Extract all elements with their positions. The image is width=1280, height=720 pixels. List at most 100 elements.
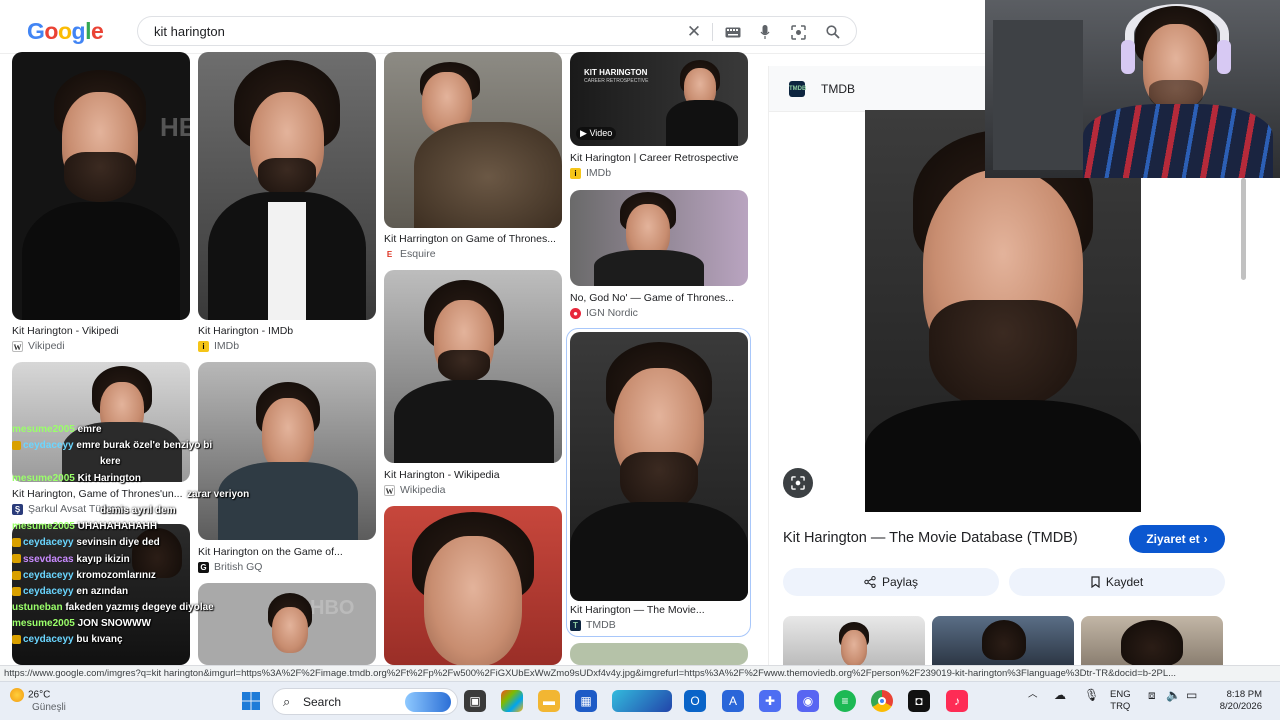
share-icon xyxy=(864,576,876,588)
clear-icon[interactable]: ✕ xyxy=(683,21,705,43)
image-result[interactable]: Kit Harrington on Game of Thrones... E Es… xyxy=(384,52,562,262)
ign-icon: ● xyxy=(570,307,581,319)
result-source[interactable]: ● IGN Nordic xyxy=(570,307,638,319)
app-banner-icon[interactable] xyxy=(612,690,672,712)
chat-message: ceydaceyy bu kıvanç xyxy=(12,634,242,650)
chat-message: mesume2005 UHAHAHAHAHH xyxy=(12,521,158,533)
status-url: https://www.google.com/imgres?q=kit hari… xyxy=(0,665,1280,681)
result-title[interactable]: Kit Harington — The Movie... xyxy=(570,604,748,616)
result-image[interactable] xyxy=(384,52,562,228)
volume-icon[interactable]: 🔈 xyxy=(1166,689,1181,701)
result-image[interactable]: HE xyxy=(12,52,190,320)
spotify-icon[interactable]: ≡ xyxy=(834,690,856,712)
stream-chat: mesume2005 emre ceydaceyy emre burak öze… xyxy=(12,424,250,651)
file-explorer-icon[interactable]: ▬ xyxy=(538,690,560,712)
panel-scrollbar[interactable] xyxy=(1240,178,1248,658)
result-image[interactable] xyxy=(198,52,376,320)
result-source[interactable]: E Esquire xyxy=(384,248,436,260)
outlook-icon[interactable]: O xyxy=(684,690,706,712)
start-icon[interactable] xyxy=(240,690,262,712)
visit-button[interactable]: Ziyaret et › xyxy=(1129,525,1225,553)
microphone-icon[interactable]: 🎙 xyxy=(1084,689,1099,701)
clock[interactable]: 8:18 PM 8/20/2026 xyxy=(1214,689,1262,713)
image-result[interactable]: HE Kit Harington - Vikipedi W Vikipedi xyxy=(12,52,190,352)
search-input[interactable]: kit harington ✕ xyxy=(137,16,857,46)
search-query[interactable]: kit harington xyxy=(154,24,225,39)
tiktok-icon[interactable]: ♪ xyxy=(946,690,968,712)
result-image[interactable] xyxy=(384,506,562,665)
result-image[interactable] xyxy=(570,190,748,286)
image-result[interactable]: Kit Harington - Wikipedia W Wikipedia xyxy=(384,270,562,496)
task-view-icon[interactable]: ▣ xyxy=(464,690,486,712)
weather-widget[interactable]: 26°C Güneşli xyxy=(10,688,66,713)
play-icon: ▶ xyxy=(580,128,587,138)
keyboard-icon[interactable] xyxy=(722,21,744,43)
image-result[interactable]: KIT HARINGTON CAREER RETROSPECTIVE ▶ Vid… xyxy=(570,52,748,182)
result-image[interactable] xyxy=(570,643,748,665)
wikipedia-icon: W xyxy=(12,340,23,352)
scrollbar-thumb[interactable] xyxy=(1241,178,1246,280)
network-app-icon[interactable]: ✚ xyxy=(759,690,781,712)
chevron-right-icon: › xyxy=(1203,532,1208,546)
result-source[interactable]: T TMDB xyxy=(570,619,616,631)
share-button[interactable]: Paylaş xyxy=(783,568,999,596)
video-overlay-subtitle: CAREER RETROSPECTIVE xyxy=(584,78,649,84)
result-image[interactable]: KIT HARINGTON CAREER RETROSPECTIVE ▶ Vid… xyxy=(570,52,748,146)
result-title[interactable]: No, God No' — Game of Thrones... xyxy=(570,292,748,304)
search-icon[interactable] xyxy=(822,21,844,43)
store-icon[interactable]: ▦ xyxy=(575,690,597,712)
wikipedia-icon: W xyxy=(384,484,395,496)
chat-message: kere xyxy=(100,456,121,468)
discord-icon[interactable]: ◉ xyxy=(797,690,819,712)
related-image[interactable] xyxy=(1081,616,1223,666)
chat-message: mesume2005 Kit Harington xyxy=(12,472,141,484)
panel-source[interactable]: TMDB xyxy=(821,82,855,96)
chat-message: mesume2005 JON SNOWWW xyxy=(12,618,151,630)
chrome-icon[interactable] xyxy=(871,690,893,712)
result-title[interactable]: Kit Harington - IMDb xyxy=(198,325,376,337)
lens-search-button[interactable] xyxy=(783,468,813,498)
microphone-icon[interactable] xyxy=(754,21,776,43)
result-title[interactable]: Kit Harington | Career Retrospective xyxy=(570,152,748,164)
image-result[interactable] xyxy=(384,506,562,665)
result-source[interactable]: W Vikipedi xyxy=(12,340,65,352)
related-image[interactable] xyxy=(932,616,1074,666)
app-icon[interactable]: ◘ xyxy=(908,690,930,712)
related-image[interactable] xyxy=(783,616,925,666)
copilot-icon[interactable] xyxy=(501,690,523,712)
language-indicator[interactable]: ENG TRQ xyxy=(1110,689,1131,713)
taskbar: 26°C Güneşli ⌕ Search ▣ ▬ ▦ O A ✚ ◉ ≡ ◘ … xyxy=(0,681,1280,720)
bookmark-icon xyxy=(1091,576,1100,588)
chat-message: ceydaceyy sevinsin diye ded xyxy=(12,537,242,553)
result-source[interactable]: i IMDb xyxy=(570,167,611,179)
chat-message: ssevdacas kayıp ikizin xyxy=(12,554,242,570)
video-badge: ▶ Video xyxy=(576,127,617,140)
panel-title[interactable]: Kit Harington — The Movie Database (TMDB… xyxy=(783,530,1078,546)
search-icon: ⌕ xyxy=(283,694,291,709)
chat-message: ceydaceyy kromozomlarınız xyxy=(12,570,242,586)
result-title[interactable]: Kit Harington - Wikipedia xyxy=(384,469,562,481)
result-title[interactable]: Kit Harington - Vikipedi xyxy=(12,325,190,337)
network-icon[interactable]: ⧈ xyxy=(1148,689,1156,701)
result-image[interactable] xyxy=(384,270,562,463)
hbo-logo: HBO xyxy=(310,597,355,619)
backdrop-text: HE xyxy=(160,112,190,142)
image-result[interactable]: Kit Harington - IMDb i IMDb xyxy=(198,52,376,352)
lens-icon[interactable] xyxy=(787,21,809,43)
taskbar-search[interactable]: ⌕ Search xyxy=(272,688,458,715)
chat-message: zarar veriyon xyxy=(187,488,250,500)
tmdb-icon: T xyxy=(570,619,581,631)
google-logo[interactable]: Google xyxy=(27,18,104,45)
result-source[interactable]: W Wikipedia xyxy=(384,484,446,496)
chevron-up-icon[interactable]: ︿ xyxy=(1028,689,1038,701)
save-button[interactable]: Kaydet xyxy=(1009,568,1225,596)
image-result[interactable] xyxy=(570,643,748,665)
battery-icon[interactable]: ▭ xyxy=(1186,689,1197,701)
image-result[interactable]: No, God No' — Game of Thrones... ● IGN No… xyxy=(570,190,748,322)
image-result-selected[interactable]: Kit Harington — The Movie... T TMDB xyxy=(566,328,751,637)
result-title[interactable]: Kit Harrington on Game of Thrones... xyxy=(384,233,562,245)
cloud-icon[interactable]: ☁ xyxy=(1054,689,1066,701)
result-source[interactable]: i IMDb xyxy=(198,340,239,352)
editor-icon[interactable]: A xyxy=(722,690,744,712)
result-image[interactable] xyxy=(570,332,748,601)
